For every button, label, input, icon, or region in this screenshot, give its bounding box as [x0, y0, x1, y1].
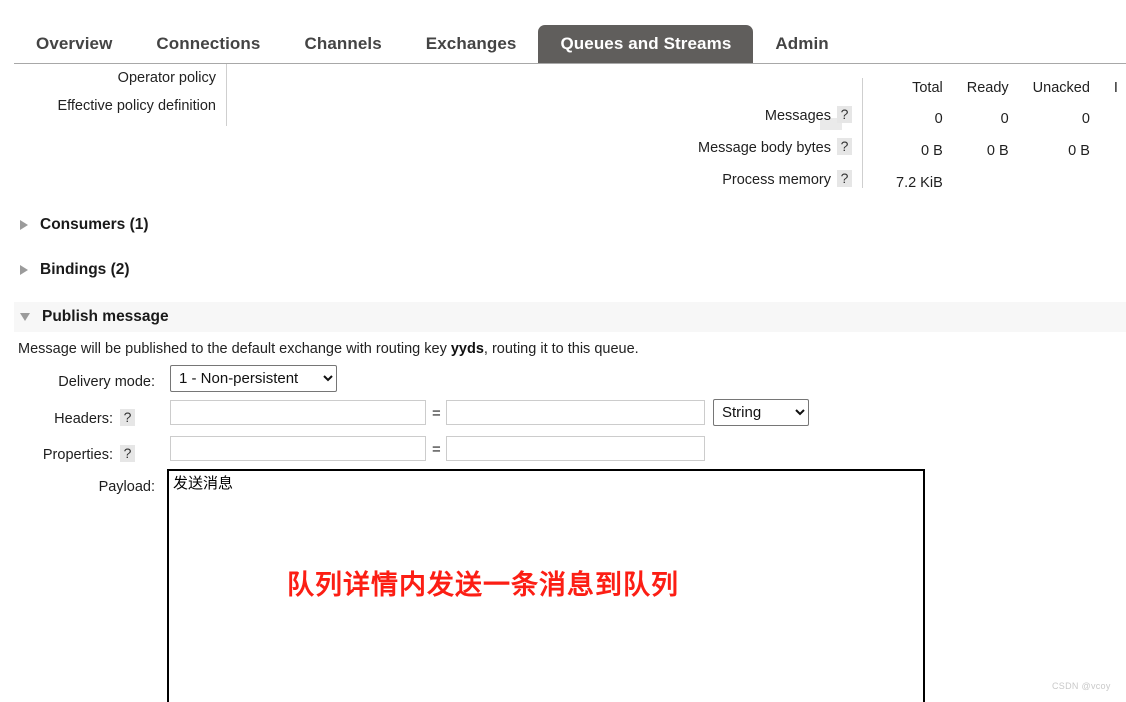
process-memory-clipped	[1090, 167, 1118, 199]
stat-row-process-memory: Process memory?	[560, 164, 852, 196]
tab-overview[interactable]: Overview	[14, 25, 134, 64]
payload-label: Payload:	[98, 479, 155, 495]
table-row: 0 0 0	[872, 103, 1118, 135]
section-publish-message[interactable]: Publish message	[14, 302, 1126, 332]
delivery-mode-label: Delivery mode:	[58, 374, 155, 390]
section-consumers-label: Consumers (1)	[40, 216, 149, 233]
stats-column-divider	[862, 78, 863, 188]
watermark: CSDN @vcoy	[1052, 681, 1111, 691]
properties-value-input[interactable]	[446, 436, 705, 461]
bytes-clipped	[1090, 135, 1118, 167]
publish-note-prefix: Message will be published to the default…	[18, 341, 451, 357]
process-memory-ready	[943, 167, 1009, 199]
publish-routing-note: Message will be published to the default…	[18, 341, 639, 357]
delivery-mode-select[interactable]: 1 - Non-persistent 2 - Persistent	[170, 365, 337, 392]
section-consumers[interactable]: Consumers (1)	[14, 210, 1126, 240]
chevron-right-icon	[20, 265, 28, 275]
process-memory-total: 7.2 KiB	[896, 175, 943, 191]
bytes-unacked: 0 B	[1068, 143, 1090, 159]
process-memory-unacked	[1009, 167, 1090, 199]
headers-label: Headers:?	[0, 409, 135, 427]
messages-ready: 0	[1000, 111, 1009, 127]
help-icon-properties[interactable]: ?	[120, 445, 135, 462]
stats-label-column: Messages? Message body bytes? Process me…	[560, 100, 852, 196]
section-bindings-label: Bindings (2)	[40, 261, 130, 278]
properties-label: Properties:?	[0, 445, 135, 463]
bytes-total: 0 B	[920, 143, 943, 159]
tab-queues-and-streams[interactable]: Queues and Streams	[538, 25, 754, 64]
properties-key-input[interactable]	[170, 436, 426, 461]
properties-equals-sign: =	[432, 441, 441, 458]
stat-label-process-memory: Process memory	[722, 172, 831, 188]
queue-details-panel: Operator policy Effective policy definit…	[0, 64, 1126, 194]
section-publish-message-label: Publish message	[42, 308, 169, 325]
stats-header-clipped: I	[1113, 80, 1118, 96]
table-row: 0 B 0 B 0 B	[872, 135, 1118, 167]
tab-channels[interactable]: Channels	[282, 25, 403, 64]
help-icon-process-memory[interactable]: ?	[837, 170, 852, 187]
headers-key-input[interactable]	[170, 400, 426, 425]
tab-exchanges[interactable]: Exchanges	[404, 25, 539, 64]
properties-label-text: Properties:	[42, 447, 113, 463]
messages-unacked: 0	[1081, 111, 1090, 127]
stats-header-total: Total	[912, 80, 943, 96]
headers-equals-sign: =	[432, 405, 441, 422]
stats-header-unacked: Unacked	[1032, 80, 1090, 96]
main-navigation: Overview Connections Channels Exchanges …	[0, 0, 1126, 64]
headers-label-text: Headers:	[54, 411, 113, 427]
label-operator-policy: Operator policy	[117, 70, 216, 86]
stats-header-row: Total Ready Unacked I	[872, 80, 1118, 103]
stat-label-messages: Messages	[764, 108, 831, 124]
chevron-down-icon	[20, 313, 30, 321]
help-icon-headers[interactable]: ?	[120, 409, 135, 426]
section-bindings[interactable]: Bindings (2)	[14, 255, 1126, 285]
headers-type-select[interactable]: String Number Boolean List	[713, 399, 809, 426]
stat-row-messages: Messages?	[560, 100, 852, 132]
table-row: 7.2 KiB	[872, 167, 1118, 199]
policy-label-column: Operator policy Effective policy definit…	[0, 64, 216, 120]
stat-row-message-body-bytes: Message body bytes?	[560, 132, 852, 164]
messages-total: 0	[934, 111, 943, 127]
headers-value-input[interactable]	[446, 400, 705, 425]
messages-clipped	[1090, 103, 1118, 135]
bytes-ready: 0 B	[986, 143, 1009, 159]
stats-header-ready: Ready	[966, 80, 1009, 96]
left-column-divider	[226, 64, 227, 126]
publish-note-suffix: , routing it to this queue.	[483, 341, 639, 357]
nav-tab-list: Overview Connections Channels Exchanges …	[14, 25, 851, 64]
tab-admin[interactable]: Admin	[753, 25, 850, 64]
stat-label-message-body-bytes: Message body bytes	[698, 140, 831, 156]
help-icon-message-body-bytes[interactable]: ?	[837, 138, 852, 155]
help-icon-messages[interactable]: ?	[837, 106, 852, 123]
payload-textarea[interactable]	[167, 469, 925, 702]
publish-routing-key: yyds	[450, 341, 484, 357]
chevron-right-icon	[20, 220, 28, 230]
tab-connections[interactable]: Connections	[134, 25, 282, 64]
label-effective-policy-definition: Effective policy definition	[57, 98, 216, 114]
queue-stats-table: Total Ready Unacked I 0 0 0 0 B 0 B 0 B	[872, 80, 1118, 199]
rabbitmq-queue-detail-page: Overview Connections Channels Exchanges …	[0, 0, 1126, 702]
